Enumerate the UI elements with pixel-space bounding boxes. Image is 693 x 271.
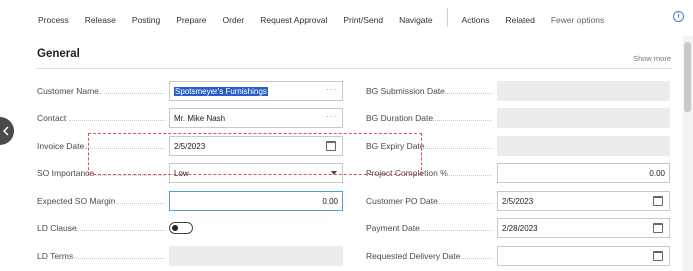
field-ld-clause: LD Clause xyxy=(37,218,343,238)
action-navigate[interactable]: Navigate xyxy=(399,15,433,25)
field-requested-delivery-date: Requested Delivery Date xyxy=(366,246,670,266)
action-menu: Process Release Posting Prepare Order Re… xyxy=(38,8,620,27)
field-ld-terms: LD Terms xyxy=(37,246,343,266)
action-order[interactable]: Order xyxy=(223,15,245,25)
invoice-date-label: Invoice Date xyxy=(37,141,85,151)
action-related[interactable]: Related xyxy=(506,15,535,25)
bg-duration-date-label: BG Duration Date xyxy=(366,113,434,123)
ld-terms-input[interactable] xyxy=(169,246,343,266)
bg-submission-date-input[interactable] xyxy=(497,81,670,101)
field-so-importance: SO Importance Low xyxy=(37,163,343,183)
action-prepare[interactable]: Prepare xyxy=(176,15,206,25)
expected-so-margin-label: Expected SO Margin xyxy=(37,196,116,206)
so-importance-label: SO Importance xyxy=(37,168,95,178)
ld-clause-label: LD Clause xyxy=(37,223,77,233)
scrollbar-thumb[interactable] xyxy=(684,42,691,112)
ld-terms-label: LD Terms xyxy=(37,251,74,261)
field-customer-po-date: Customer PO Date 2/5/2023 xyxy=(366,191,670,211)
field-bg-duration-date: BG Duration Date xyxy=(366,108,670,128)
info-icon[interactable]: i xyxy=(673,11,684,22)
calendar-icon[interactable] xyxy=(653,196,663,206)
project-completion-label: Project Completion % xyxy=(366,168,448,178)
action-request-approval[interactable]: Request Approval xyxy=(260,15,327,25)
calendar-icon[interactable] xyxy=(326,141,336,151)
payment-date-input[interactable]: 2/28/2023 xyxy=(497,218,670,238)
field-bg-submission-date: BG Submission Date xyxy=(366,81,670,101)
payment-date-label: Payment Date xyxy=(366,223,420,233)
lookup-icon[interactable]: ··· xyxy=(326,112,337,121)
bg-submission-date-label: BG Submission Date xyxy=(366,86,445,96)
nav-back-button[interactable] xyxy=(0,117,14,145)
field-invoice-date: Invoice Date 2/5/2023 xyxy=(37,136,343,156)
fewer-options-button[interactable]: Fewer options xyxy=(551,15,604,25)
customer-name-label: Customer Name xyxy=(37,86,99,96)
action-release[interactable]: Release xyxy=(85,15,116,25)
field-payment-date: Payment Date 2/28/2023 xyxy=(366,218,670,238)
contact-label: Contact xyxy=(37,113,67,123)
calendar-icon[interactable] xyxy=(653,251,663,261)
so-importance-select[interactable]: Low xyxy=(169,163,343,183)
bg-expiry-date-input[interactable] xyxy=(497,136,670,156)
requested-delivery-date-input[interactable] xyxy=(497,246,670,266)
show-more-link[interactable]: Show more xyxy=(633,54,671,63)
action-posting[interactable]: Posting xyxy=(132,15,160,25)
field-customer-name: Customer Name Spotsmeyer's Furnishings ·… xyxy=(37,81,343,101)
action-divider xyxy=(446,8,448,27)
contact-input[interactable]: Mr. Mike Nash ··· xyxy=(169,108,343,128)
field-bg-expiry-date: BG Expiry Date xyxy=(366,136,670,156)
lookup-icon[interactable]: ··· xyxy=(326,85,337,94)
project-completion-input[interactable]: 0.00 xyxy=(497,163,670,183)
customer-po-date-label: Customer PO Date xyxy=(366,196,438,206)
requested-delivery-date-label: Requested Delivery Date xyxy=(366,251,461,261)
field-expected-so-margin: Expected SO Margin 0.00 xyxy=(37,191,343,211)
invoice-date-input[interactable]: 2/5/2023 xyxy=(169,136,343,156)
calendar-icon[interactable] xyxy=(653,223,663,233)
bg-duration-date-input[interactable] xyxy=(497,108,670,128)
customer-name-input[interactable]: Spotsmeyer's Furnishings ··· xyxy=(169,81,343,101)
ld-clause-toggle[interactable] xyxy=(169,222,193,234)
action-bar: Process Release Posting Prepare Order Re… xyxy=(0,0,693,36)
field-project-completion: Project Completion % 0.00 xyxy=(366,163,670,183)
action-print-send[interactable]: Print/Send xyxy=(343,15,383,25)
chevron-left-icon xyxy=(3,126,9,136)
action-process[interactable]: Process xyxy=(38,15,69,25)
action-actions[interactable]: Actions xyxy=(462,15,490,25)
section-divider xyxy=(36,68,672,69)
chevron-down-icon[interactable] xyxy=(331,171,337,175)
expected-so-margin-input[interactable]: 0.00 xyxy=(169,191,343,211)
section-title[interactable]: General xyxy=(37,48,80,60)
bg-expiry-date-label: BG Expiry Date xyxy=(366,141,425,151)
field-contact: Contact Mr. Mike Nash ··· xyxy=(37,108,343,128)
customer-po-date-input[interactable]: 2/5/2023 xyxy=(497,191,670,211)
